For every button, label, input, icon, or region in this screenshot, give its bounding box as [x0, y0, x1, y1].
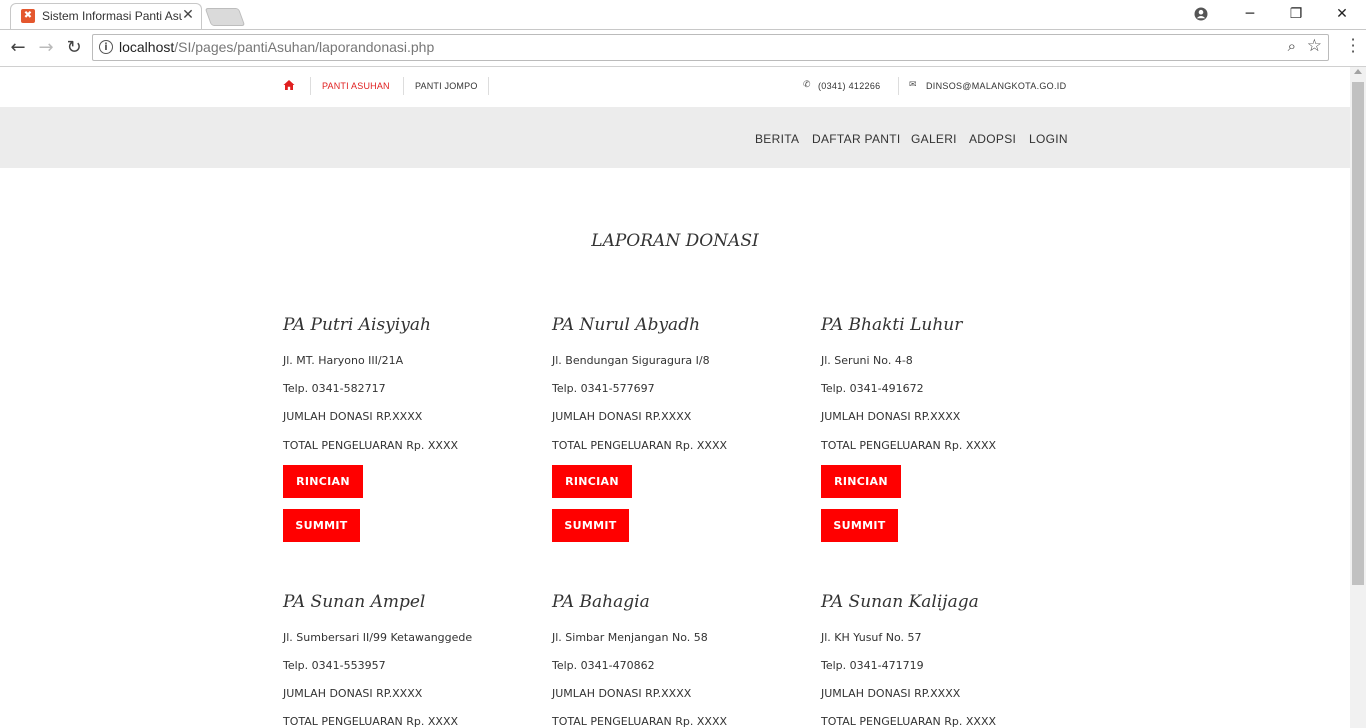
rincian-button[interactable]: RINCIAN: [552, 465, 632, 498]
card-phone: Telp. 0341-471719: [821, 659, 924, 672]
url-host: localhost: [119, 39, 175, 55]
card-donation: JUMLAH DONASI RP.XXXX: [821, 410, 961, 423]
summit-button[interactable]: SUMMIT: [552, 509, 629, 542]
rincian-button[interactable]: RINCIAN: [821, 465, 901, 498]
card-donation: JUMLAH DONASI RP.XXXX: [552, 687, 692, 700]
card-address: Jl. Sumbersari II/99 Ketawanggede: [283, 631, 473, 644]
minimize-icon[interactable]: ─: [1232, 2, 1268, 26]
card-title: PA Nurul Abyadh: [552, 315, 701, 335]
topbar-link-panti-jompo[interactable]: PANTI JOMPO: [415, 81, 478, 91]
tab-title: Sistem Informasi Panti Asuhan: [42, 9, 182, 23]
bookmark-star-icon[interactable]: ☆: [1307, 36, 1322, 56]
restore-icon[interactable]: ❐: [1278, 2, 1314, 26]
contact-email[interactable]: DINSOS@MALANGKOTA.GO.ID: [926, 81, 1066, 91]
card-phone: Telp. 0341-582717: [283, 382, 386, 395]
new-tab-button[interactable]: [204, 8, 246, 26]
topbar-link-panti-asuhan[interactable]: PANTI ASUHAN: [322, 81, 390, 91]
main-navbar: BERITA DAFTAR PANTI GALERI ADOPSI LOGIN: [0, 107, 1350, 168]
card-donation: JUMLAH DONASI RP.XXXX: [821, 687, 961, 700]
close-tab-icon[interactable]: ✕: [181, 7, 195, 23]
nav-item-daftar-panti[interactable]: DAFTAR PANTI: [812, 132, 901, 146]
card-expense: TOTAL PENGELUARAN Rp. XXXX: [821, 715, 997, 728]
card-address: Jl. MT. Haryono III/21A: [283, 354, 404, 367]
card-phone: Telp. 0341-470862: [552, 659, 655, 672]
top-info-bar: PANTI ASUHAN PANTI JOMPO ✆ (0341) 412266…: [0, 67, 1350, 107]
card-expense: TOTAL PENGELUARAN Rp. XXXX: [552, 715, 728, 728]
xampp-favicon-icon: ✖: [21, 9, 35, 23]
envelope-icon: ✉: [909, 80, 917, 90]
card-title: PA Bahagia: [552, 592, 650, 612]
card-phone: Telp. 0341-577697: [552, 382, 655, 395]
contact-phone: (0341) 412266: [818, 81, 881, 91]
card-donation: JUMLAH DONASI RP.XXXX: [552, 410, 692, 423]
card-address: Jl. KH Yusuf No. 57: [821, 631, 922, 644]
card-address: Jl. Simbar Menjangan No. 58: [552, 631, 708, 644]
page-scrollbar[interactable]: [1350, 67, 1366, 728]
browser-tab[interactable]: ✖ Sistem Informasi Panti Asuhan ✕: [10, 3, 202, 29]
summit-button[interactable]: SUMMIT: [821, 509, 898, 542]
home-icon[interactable]: [283, 79, 295, 91]
reload-icon[interactable]: ↻: [62, 36, 86, 60]
card-title: PA Sunan Kalijaga: [821, 592, 979, 612]
nav-item-login[interactable]: LOGIN: [1029, 132, 1068, 146]
card-phone: Telp. 0341-553957: [283, 659, 386, 672]
card-expense: TOTAL PENGELUARAN Rp. XXXX: [552, 439, 728, 452]
url-path: /SI/pages/pantiAsuhan/laporandonasi.php: [174, 39, 435, 55]
browser-tab-strip: ✖ Sistem Informasi Panti Asuhan ✕ ─ ❐ ✕: [0, 0, 1366, 30]
rincian-button[interactable]: RINCIAN: [283, 465, 363, 498]
browser-menu-icon[interactable]: · · ·: [1348, 32, 1358, 60]
card-expense: TOTAL PENGELUARAN Rp. XXXX: [821, 439, 997, 452]
browser-toolbar: ← → ↻ i localhost/SI/pages/pantiAsuhan/l…: [0, 30, 1366, 67]
close-window-icon[interactable]: ✕: [1324, 2, 1360, 26]
card-expense: TOTAL PENGELUARAN Rp. XXXX: [283, 439, 459, 452]
address-bar[interactable]: i localhost/SI/pages/pantiAsuhan/laporan…: [92, 34, 1329, 61]
card-title: PA Putri Aisyiyah: [283, 315, 431, 335]
card-title: PA Sunan Ampel: [283, 592, 426, 612]
info-icon[interactable]: i: [99, 40, 113, 54]
card-donation: JUMLAH DONASI RP.XXXX: [283, 687, 423, 700]
page-title: LAPORAN DONASI: [591, 231, 759, 251]
card-expense: TOTAL PENGELUARAN Rp. XXXX: [283, 715, 459, 728]
card-phone: Telp. 0341-491672: [821, 382, 924, 395]
url-text: localhost/SI/pages/pantiAsuhan/laporando…: [119, 39, 434, 55]
nav-item-galeri[interactable]: GALERI: [911, 132, 957, 146]
nav-item-berita[interactable]: BERITA: [755, 132, 799, 146]
nav-item-adopsi[interactable]: ADOPSI: [969, 132, 1016, 146]
profile-icon[interactable]: [1183, 2, 1219, 26]
phone-icon: ✆: [803, 80, 811, 90]
scroll-up-arrow-icon[interactable]: [1354, 69, 1362, 74]
card-title: PA Bhakti Luhur: [821, 315, 963, 335]
card-donation: JUMLAH DONASI RP.XXXX: [283, 410, 423, 423]
scroll-thumb[interactable]: [1352, 82, 1364, 585]
forward-arrow-icon[interactable]: →: [34, 36, 58, 60]
summit-button[interactable]: SUMMIT: [283, 509, 360, 542]
back-arrow-icon[interactable]: ←: [6, 36, 30, 60]
zoom-icon[interactable]: ⌕: [1288, 37, 1296, 55]
card-address: Jl. Seruni No. 4-8: [821, 354, 913, 367]
card-address: Jl. Bendungan Siguragura I/8: [552, 354, 710, 367]
